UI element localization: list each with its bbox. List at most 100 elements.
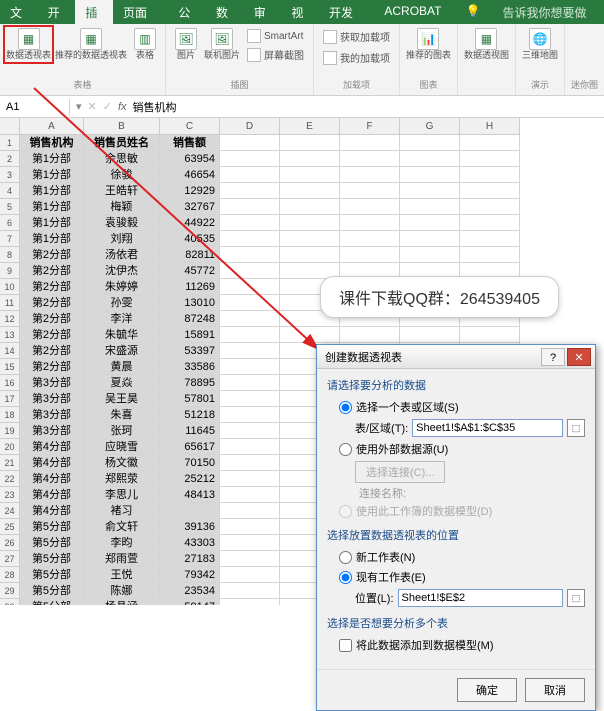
cell[interactable] xyxy=(460,167,520,183)
cell[interactable] xyxy=(220,279,280,295)
menubar-tab-审阅[interactable]: 审阅 xyxy=(244,0,282,24)
row-header[interactable]: 10 xyxy=(0,279,20,295)
ribbon-small-button[interactable]: 获取加载项 xyxy=(320,28,393,45)
row-header[interactable]: 20 xyxy=(0,439,20,455)
cell[interactable] xyxy=(280,183,340,199)
ribbon-button[interactable]: ▦推荐的数据透视表 xyxy=(55,28,127,61)
cell[interactable]: 第5分部 xyxy=(20,567,84,583)
cell[interactable] xyxy=(460,247,520,263)
cell[interactable]: 第1分部 xyxy=(20,167,84,183)
cell[interactable]: 23534 xyxy=(160,583,220,599)
cell[interactable]: 陈娜 xyxy=(84,583,160,599)
cell[interactable]: 汤依君 xyxy=(84,247,160,263)
cell[interactable]: 11269 xyxy=(160,279,220,295)
cell[interactable] xyxy=(280,215,340,231)
cell[interactable] xyxy=(220,167,280,183)
cell[interactable]: 45772 xyxy=(160,263,220,279)
cell[interactable] xyxy=(280,199,340,215)
cell[interactable] xyxy=(220,439,280,455)
row-header[interactable]: 26 xyxy=(0,535,20,551)
cell[interactable] xyxy=(220,183,280,199)
cell[interactable]: 57801 xyxy=(160,391,220,407)
cell[interactable]: 第4分部 xyxy=(20,503,84,519)
cell[interactable] xyxy=(220,519,280,535)
cell[interactable] xyxy=(220,311,280,327)
col-header[interactable]: B xyxy=(84,118,160,135)
cell[interactable]: 李思儿 xyxy=(84,487,160,503)
cell[interactable] xyxy=(400,231,460,247)
cell[interactable] xyxy=(400,215,460,231)
cell[interactable]: 32767 xyxy=(160,199,220,215)
cell[interactable] xyxy=(220,375,280,391)
cell[interactable] xyxy=(400,183,460,199)
row-header[interactable]: 5 xyxy=(0,199,20,215)
cell[interactable]: 第1分部 xyxy=(20,231,84,247)
cell[interactable]: 应晓雪 xyxy=(84,439,160,455)
cell[interactable]: 53397 xyxy=(160,343,220,359)
cell[interactable]: 徐骏 xyxy=(84,167,160,183)
cell[interactable]: 70150 xyxy=(160,455,220,471)
cell[interactable]: 46654 xyxy=(160,167,220,183)
row-header[interactable]: 7 xyxy=(0,231,20,247)
cell[interactable]: 销售员姓名 xyxy=(84,135,160,151)
location-picker-icon[interactable]: ⬚ xyxy=(567,589,585,607)
formula-input[interactable]: 销售机构 xyxy=(133,99,177,115)
cell[interactable] xyxy=(460,183,520,199)
cell[interactable] xyxy=(400,167,460,183)
close-button[interactable]: ✕ xyxy=(567,348,591,366)
cell[interactable]: 李昀 xyxy=(84,535,160,551)
cell[interactable] xyxy=(280,135,340,151)
cell[interactable] xyxy=(220,151,280,167)
cell[interactable] xyxy=(400,327,460,343)
cell[interactable]: 余思敏 xyxy=(84,151,160,167)
cell[interactable]: 第3分部 xyxy=(20,407,84,423)
cell[interactable] xyxy=(220,551,280,567)
row-header[interactable]: 16 xyxy=(0,375,20,391)
ribbon-button[interactable]: 🖼图片 xyxy=(172,28,200,61)
ribbon-small-button[interactable]: 屏幕截图 xyxy=(244,46,307,63)
cell[interactable] xyxy=(220,391,280,407)
cell[interactable]: 13010 xyxy=(160,295,220,311)
cell[interactable] xyxy=(220,327,280,343)
cell[interactable]: 袁骏毅 xyxy=(84,215,160,231)
menubar-tab-开始[interactable]: 开始 xyxy=(38,0,76,24)
col-header[interactable]: C xyxy=(160,118,220,135)
cell[interactable] xyxy=(460,199,520,215)
ribbon-button[interactable]: 🖼联机图片 xyxy=(204,28,240,61)
cell[interactable]: 第5分部 xyxy=(20,599,84,605)
cell[interactable]: 第5分部 xyxy=(20,535,84,551)
cell[interactable]: 宋盛源 xyxy=(84,343,160,359)
row-header[interactable]: 23 xyxy=(0,487,20,503)
row-header[interactable]: 27 xyxy=(0,551,20,567)
name-box[interactable]: A1 xyxy=(0,99,70,115)
cell[interactable] xyxy=(220,199,280,215)
cell[interactable]: 63954 xyxy=(160,151,220,167)
cell[interactable]: 王皓轩 xyxy=(84,183,160,199)
cell[interactable] xyxy=(220,567,280,583)
cell[interactable] xyxy=(220,135,280,151)
cell[interactable] xyxy=(220,215,280,231)
ribbon-button[interactable]: 📊推荐的图表 xyxy=(406,28,451,61)
fx-icon[interactable]: fx xyxy=(118,101,127,113)
cell[interactable]: 48413 xyxy=(160,487,220,503)
cell[interactable]: 43303 xyxy=(160,535,220,551)
col-header[interactable]: F xyxy=(340,118,400,135)
row-header[interactable]: 30 xyxy=(0,599,20,605)
select-all-corner[interactable] xyxy=(0,118,20,135)
ribbon-small-button[interactable]: SmartArt xyxy=(244,28,307,44)
cell[interactable]: 朱喜 xyxy=(84,407,160,423)
cell[interactable] xyxy=(340,151,400,167)
row-header[interactable]: 3 xyxy=(0,167,20,183)
ribbon-button[interactable]: ▥表格 xyxy=(131,28,159,61)
col-header[interactable]: A xyxy=(20,118,84,135)
row-header[interactable]: 17 xyxy=(0,391,20,407)
cell[interactable] xyxy=(220,583,280,599)
cell[interactable]: 51218 xyxy=(160,407,220,423)
row-header[interactable]: 29 xyxy=(0,583,20,599)
cell[interactable] xyxy=(220,343,280,359)
cell[interactable]: 第4分部 xyxy=(20,455,84,471)
radio-external-source[interactable]: 使用外部数据源(U) xyxy=(327,439,585,459)
cell[interactable] xyxy=(400,247,460,263)
cell[interactable]: 82811 xyxy=(160,247,220,263)
cell[interactable] xyxy=(280,167,340,183)
